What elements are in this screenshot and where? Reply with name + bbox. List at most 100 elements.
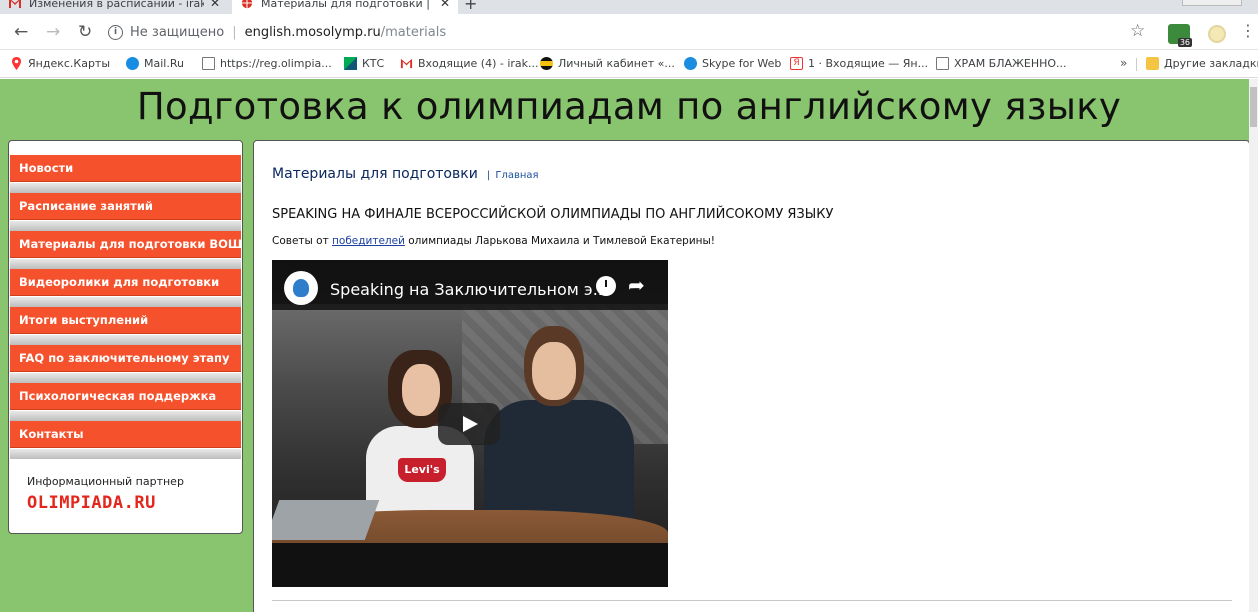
watch-later-icon[interactable] <box>596 276 616 296</box>
shirt-logo: Levi's <box>398 458 446 482</box>
url-host: english.mosolymp.ru <box>244 24 381 40</box>
folder-icon <box>1146 57 1159 70</box>
bookmarks-divider <box>1136 58 1137 71</box>
address-separator: | <box>232 24 237 40</box>
sidebar-item-label[interactable]: FAQ по заключительному этапу <box>10 345 241 372</box>
bookmark-yandex-maps[interactable]: Яндекс.Карты <box>10 57 110 70</box>
video-title[interactable]: Speaking на Заключительном э... <box>330 280 608 299</box>
menu-divider <box>10 449 241 459</box>
new-tab-button[interactable]: + <box>464 0 477 13</box>
bookmark-gmail-inbox[interactable]: Входящие (4) - irak... <box>400 57 539 70</box>
gmail-icon <box>400 58 413 69</box>
sidebar-item-schedule[interactable]: Расписание занятий <box>9 193 242 231</box>
winners-link[interactable]: победителей <box>332 235 405 247</box>
kts-icon <box>344 57 357 70</box>
tab-close-icon[interactable]: ✕ <box>210 0 220 10</box>
bookmarks-bar: Яндекс.Карты Mail.Ru https://reg.olimpia… <box>0 51 1258 78</box>
bookmark-label: Входящие (4) - irak... <box>418 57 539 70</box>
sidebar-item-faq[interactable]: FAQ по заключительному этапу <box>9 345 242 383</box>
bookmark-kts[interactable]: КТС <box>344 57 384 70</box>
bookmark-skype[interactable]: Skype for Web <box>684 57 781 70</box>
bookmark-label: Личный кабинет «... <box>558 57 675 70</box>
info-icon[interactable]: i <box>108 24 123 40</box>
sidebar-menu: Новости Расписание занятий Материалы для… <box>9 155 242 459</box>
owl-icon <box>293 279 309 297</box>
sidebar-item-videos[interactable]: Видеоролики для подготовки <box>9 269 242 307</box>
bookmark-reg-olimpiada[interactable]: https://reg.olimpia... <box>202 57 332 70</box>
bookmark-label: ХРАМ БЛАЖЕННО... <box>954 57 1067 70</box>
cabinet-icon <box>540 57 553 70</box>
article-text-end: олимпиады Ларькова Михаила и Тимлевой Ек… <box>404 235 716 247</box>
article-title: SPEAKING НА ФИНАЛЕ ВСЕРОССИЙСКОЙ ОЛИМПИА… <box>272 207 834 222</box>
sidebar-item-label[interactable]: Психологическая поддержка <box>10 383 241 410</box>
menu-divider <box>10 411 241 421</box>
video-bottom-bar <box>272 543 668 587</box>
partner-block[interactable]: Информационный партнер OLIMPIADA.RU <box>9 459 242 533</box>
forward-icon[interactable]: → <box>46 20 60 44</box>
sidebar-item-results[interactable]: Итоги выступлений <box>9 307 242 345</box>
globe-icon <box>241 0 253 9</box>
menu-divider <box>10 221 241 231</box>
share-icon[interactable]: ➦ <box>628 273 645 297</box>
profile-icon[interactable] <box>1208 25 1226 43</box>
thumbnail-face <box>532 342 576 400</box>
site-title: Подготовка к олимпиадам по английскому я… <box>136 85 1122 128</box>
bookmark-hram[interactable]: ХРАМ БЛАЖЕННО... <box>936 57 1067 70</box>
partner-label: Информационный партнер <box>27 475 184 488</box>
security-status[interactable]: Не защищено <box>130 25 224 40</box>
partner-logo[interactable]: OLIMPIADA.RU <box>27 493 156 513</box>
reload-icon[interactable]: ↻ <box>78 20 92 44</box>
sidebar-item-label[interactable]: Контакты <box>10 421 241 448</box>
breadcrumb: Материалы для подготовки | Главная <box>272 163 539 182</box>
youtube-video-player[interactable]: Levi's Speaking на Заключительном э... ➦ <box>272 260 668 587</box>
page-scrollbar[interactable] <box>1249 79 1258 612</box>
bookmark-label: Mail.Ru <box>144 57 184 70</box>
bookmark-other-folder[interactable]: Другие закладки <box>1146 57 1258 70</box>
sidebar-item-label[interactable]: Расписание занятий <box>10 193 241 220</box>
bookmark-label: Другие закладки <box>1164 57 1258 70</box>
page-icon <box>936 57 949 70</box>
bookmark-mailru[interactable]: Mail.Ru <box>126 57 184 70</box>
tab-materials[interactable]: Материалы для подготовки | ПС ✕ <box>232 0 458 14</box>
bookmark-label: Яндекс.Карты <box>28 57 111 70</box>
thumbnail-face <box>402 364 440 416</box>
tab-close-icon[interactable]: ✕ <box>440 0 450 10</box>
bookmark-label: https://reg.olimpia... <box>220 57 332 70</box>
menu-kebab-icon[interactable]: ⋮ <box>1240 21 1256 40</box>
page-icon <box>202 57 215 70</box>
menu-divider <box>10 183 241 193</box>
yandex-mail-icon: Я <box>790 57 803 70</box>
scrollbar-thumb[interactable] <box>1250 87 1257 127</box>
menu-divider <box>10 335 241 345</box>
sidebar-item-label[interactable]: Видеоролики для подготовки <box>10 269 241 296</box>
breadcrumb-separator: | <box>486 170 491 181</box>
mailru-icon <box>126 57 139 70</box>
sidebar-item-psychology[interactable]: Психологическая поддержка <box>9 383 242 421</box>
bookmark-label: 1 · Входящие — Ян... <box>808 57 929 70</box>
bookmark-star-icon[interactable]: ☆ <box>1130 21 1145 41</box>
breadcrumb-home-link[interactable]: Главная <box>495 170 538 181</box>
bookmarks-overflow-button[interactable]: » <box>1120 56 1127 70</box>
sidebar-item-materials[interactable]: Материалы для подготовки ВОШ <box>9 231 242 269</box>
sidebar-item-label[interactable]: Новости <box>10 155 241 182</box>
sidebar-item-contacts[interactable]: Контакты <box>9 421 242 459</box>
play-button[interactable] <box>438 403 500 445</box>
sidebar-item-news[interactable]: Новости <box>9 155 242 193</box>
window-controls[interactable] <box>1182 0 1242 6</box>
back-icon[interactable]: ← <box>14 20 28 44</box>
channel-avatar[interactable] <box>284 271 318 305</box>
sidebar-item-label[interactable]: Итоги выступлений <box>10 307 241 334</box>
map-pin-icon <box>12 57 21 70</box>
page-title: Материалы для подготовки <box>272 166 478 182</box>
content-divider <box>272 600 1232 601</box>
skype-icon <box>684 57 697 70</box>
article-text: Советы от победителей олимпиады Ларькова… <box>272 235 715 247</box>
bookmark-personal-cabinet[interactable]: Личный кабинет «... <box>540 57 675 70</box>
tab-gmail[interactable]: Изменения в расписании - irak ✕ <box>0 0 228 14</box>
address-bar[interactable]: i Не защищено | english.mosolymp.ru /mat… <box>108 19 1118 45</box>
menu-divider <box>10 373 241 383</box>
bookmark-yandex-inbox[interactable]: Я 1 · Входящие — Ян... <box>790 57 928 70</box>
sidebar-item-label[interactable]: Материалы для подготовки ВОШ <box>10 231 241 258</box>
tab-title: Материалы для подготовки | ПС <box>261 0 434 10</box>
extension-icon[interactable]: 36 <box>1168 24 1192 47</box>
